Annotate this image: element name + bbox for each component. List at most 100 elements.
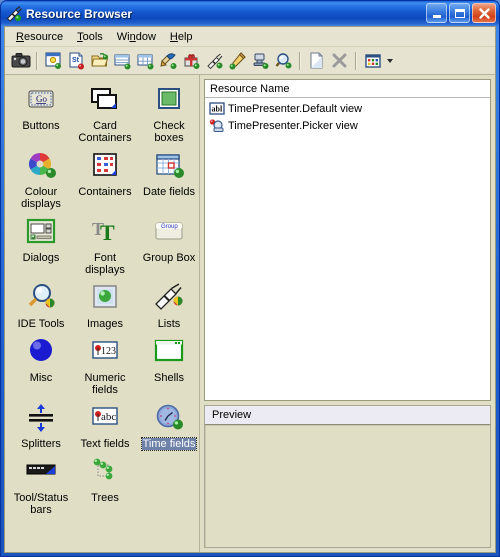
palette-item-shells[interactable]: Shells (137, 333, 199, 399)
inspect-button[interactable] (249, 49, 272, 72)
palette-item-time-fields[interactable]: Time fields (137, 399, 199, 453)
view-options-dropdown[interactable] (384, 49, 395, 72)
palette-item-group-box[interactable]: Group Group Box (137, 213, 199, 279)
svg-text:St: St (72, 57, 80, 64)
folder-open-icon (90, 52, 108, 66)
resource-list-header[interactable]: Resource Name (205, 80, 490, 98)
svg-text:Go: Go (36, 94, 47, 104)
edit-pencil-button[interactable] (226, 49, 249, 72)
minimize-icon (432, 15, 441, 18)
table-grid-icon (137, 54, 153, 69)
calendar-icon (151, 150, 187, 184)
menu-bar: Resource Tools Window Help (5, 27, 495, 47)
palette-item-label: Font displays (85, 252, 125, 276)
palette-item-date-fields[interactable]: Date fields (137, 147, 199, 213)
palette-item-text-fields[interactable]: abc Text fields (73, 399, 137, 453)
palette-item-splitters[interactable]: Splitters (9, 399, 73, 453)
plug-list-icon (151, 282, 187, 316)
toolbar-strip-icon (23, 456, 59, 490)
x-delete-icon (332, 53, 346, 67)
blank-page-icon (310, 52, 322, 68)
button-go-icon: Go (23, 84, 59, 118)
resource-browser-window: Resource Browser Resource Tools Window H… (0, 0, 500, 557)
delete-resource-button[interactable] (328, 49, 351, 72)
view-options-button[interactable] (361, 49, 384, 72)
palette-item-check-boxes[interactable]: Check boxes (137, 81, 199, 147)
paint-brush-icon (159, 52, 176, 69)
maximize-button[interactable] (449, 3, 470, 23)
palette-item-buttons[interactable]: Go Buttons (9, 81, 73, 147)
palette-item-dialogs[interactable]: Dialogs (9, 213, 73, 279)
palette-item-font-displays[interactable]: T T Font displays (73, 213, 137, 279)
magnifier-icon (275, 52, 291, 68)
list-item[interactable]: abl TimePresenter.Default view (205, 100, 490, 117)
palette-item-lists[interactable]: Lists (137, 279, 199, 333)
new-resource-button[interactable] (305, 49, 328, 72)
smalltalk-file-button[interactable]: St (65, 49, 88, 72)
palette-item-images[interactable]: Images (73, 279, 137, 333)
palette-item-tool-status-bars[interactable]: Tool/Status bars (9, 453, 73, 519)
new-window-button[interactable] (42, 49, 65, 72)
palette-item-label: IDE Tools (17, 318, 65, 330)
palette-item-label: Trees (91, 492, 119, 504)
blue-sphere-icon (23, 336, 59, 370)
preview-header: Preview (204, 405, 491, 424)
package-button[interactable] (180, 49, 203, 72)
gift-package-icon (184, 53, 199, 69)
window-title: Resource Browser (26, 6, 133, 21)
title-bar[interactable]: Resource Browser (1, 1, 499, 26)
svg-text:Group: Group (161, 224, 178, 230)
document-st-icon: St (69, 52, 84, 69)
column-header-resource-name: Resource Name (210, 82, 290, 95)
list-item-label: TimePresenter.Picker view (228, 119, 358, 132)
palette-item-label: Splitters (21, 438, 61, 450)
plug-button[interactable] (203, 49, 226, 72)
menu-item-tools[interactable]: Tools (72, 29, 112, 45)
list-view-button[interactable] (111, 49, 134, 72)
plug-icon (206, 53, 222, 69)
palette-item-card-containers[interactable]: Card Containers (73, 81, 137, 147)
svg-text:123: 123 (101, 346, 116, 357)
paint-button[interactable] (157, 49, 180, 72)
palette-item-containers[interactable]: Containers (73, 147, 137, 213)
palette-item-label: Check boxes (153, 120, 185, 144)
preview-body[interactable] (204, 424, 491, 548)
right-pane: Resource Name abl TimePresenter.Default … (200, 75, 495, 552)
view-grid-icon (364, 53, 381, 68)
palette-item-trees[interactable]: Trees (73, 453, 137, 519)
splitter-arrows-icon (23, 402, 59, 436)
close-button[interactable] (472, 3, 496, 23)
picker-icon (209, 118, 225, 134)
browse-button[interactable] (272, 49, 295, 72)
image-sphere-icon (87, 282, 123, 316)
dialog-window-icon (23, 216, 59, 250)
toolbar-separator (36, 51, 38, 70)
palette-item-ide-tools[interactable]: IDE Tools (9, 279, 73, 333)
svg-text:T: T (100, 220, 115, 245)
detail-view-button[interactable] (134, 49, 157, 72)
camera-button[interactable] (9, 49, 32, 72)
inspector-icon (253, 53, 268, 69)
text-abc-icon: abc (87, 402, 123, 436)
svg-text:abc: abc (101, 411, 116, 423)
palette-item-label: Group Box (142, 252, 196, 264)
list-rows-icon (114, 54, 130, 69)
menu-item-resource[interactable]: Resource (11, 29, 72, 45)
palette-item-numeric-fields[interactable]: 123 Numeric fields (73, 333, 137, 399)
minimize-button[interactable] (426, 3, 447, 23)
list-item[interactable]: TimePresenter.Picker view (205, 117, 490, 134)
palette-item-colour-displays[interactable]: Colour displays (9, 147, 73, 213)
container-grid-icon (87, 150, 123, 184)
open-folder-button[interactable] (88, 49, 111, 72)
palette-sidebar: Go Buttons Card Containers Check boxes C… (5, 75, 200, 552)
palette-item-label: Date fields (143, 186, 195, 198)
palette-item-label: Images (86, 318, 124, 330)
shell-window-icon (151, 336, 187, 370)
toolbar-separator (355, 51, 357, 70)
menu-item-window[interactable]: Window (112, 29, 165, 45)
palette-item-label: Lists (157, 318, 181, 330)
chevron-down-icon (386, 58, 393, 63)
palette-item-misc[interactable]: Misc (9, 333, 73, 399)
menu-item-help[interactable]: Help (165, 29, 202, 45)
checkbox-green-icon (151, 84, 187, 118)
